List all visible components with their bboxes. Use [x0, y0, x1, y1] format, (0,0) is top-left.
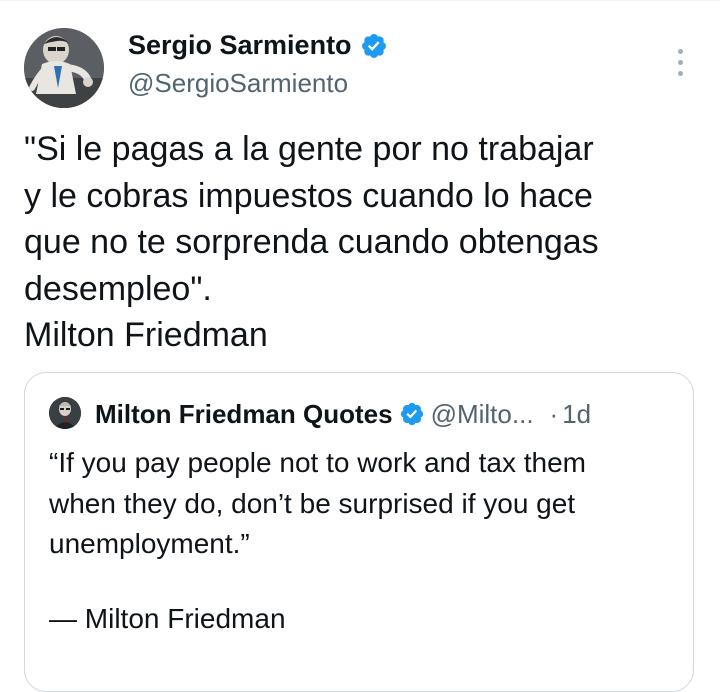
quoted-header: Milton Friedman Quotes @Milto... · 1d: [95, 397, 591, 431]
more-options-icon[interactable]: [668, 44, 692, 80]
author-handle[interactable]: @SergioSarmiento: [128, 68, 348, 99]
avatar-caricature-image: [24, 28, 104, 108]
author-name-row[interactable]: Sergio Sarmiento: [128, 30, 388, 61]
quoted-text: “If you pay people not to work and tax t…: [49, 443, 679, 565]
more-dot: [677, 48, 683, 54]
quoted-avatar-image: [49, 397, 81, 429]
time-separator: ·: [549, 398, 559, 429]
quoted-author-avatar[interactable]: [49, 397, 81, 429]
more-dot: [677, 59, 683, 65]
verified-badge-icon: [361, 33, 386, 58]
quoted-text-line: unemployment.”: [49, 528, 250, 559]
quoted-text-line: “If you pay people not to work and tax t…: [49, 447, 586, 478]
quoted-timestamp[interactable]: 1d: [562, 399, 591, 430]
tweet-text-line: "Si le pagas a la gente por no trabajar: [24, 130, 594, 168]
quoted-tweet-card[interactable]: Milton Friedman Quotes @Milto... · 1d “I…: [24, 372, 694, 692]
more-dot: [677, 70, 683, 76]
quoted-attribution: — Milton Friedman: [49, 603, 286, 634]
author-avatar[interactable]: [24, 28, 104, 108]
author-name[interactable]: Sergio Sarmiento: [128, 30, 352, 61]
top-divider: [0, 0, 720, 1]
tweet-text-line: que no te sorprenda cuando obtengas: [24, 223, 599, 261]
tweet-text-line: desempleo".: [24, 269, 212, 308]
tweet-text-line: y le cobras impuestos cuando lo hace: [24, 176, 593, 215]
verified-badge-icon: [400, 402, 423, 426]
tweet-text-line: Milton Friedman: [24, 316, 268, 354]
quoted-author-name[interactable]: Milton Friedman Quotes: [95, 399, 393, 430]
tweet-text: "Si le pagas a la gente por no trabajar …: [24, 126, 684, 359]
quoted-text-line: when they do, don’t be surprised if you …: [49, 487, 576, 519]
quoted-author-handle[interactable]: @Milto...: [431, 399, 534, 430]
